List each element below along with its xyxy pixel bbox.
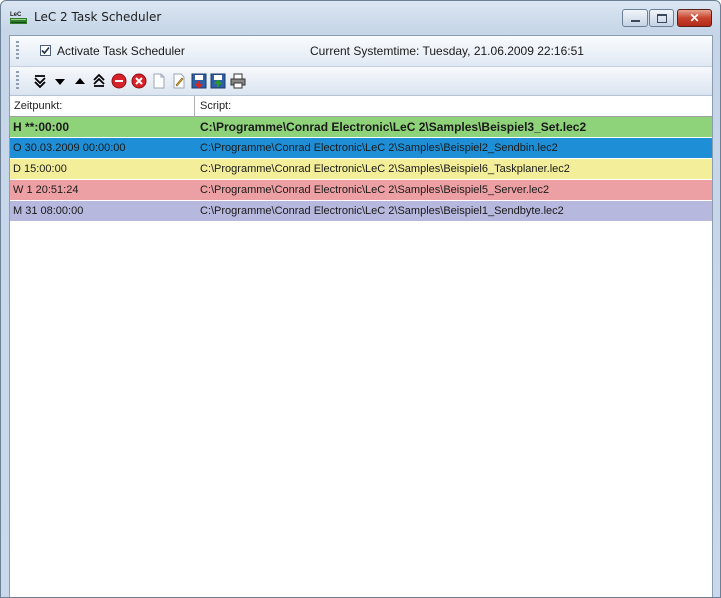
activation-toolbar: Activate Task Scheduler Current Systemti…: [10, 36, 712, 67]
activate-checkbox[interactable]: [40, 45, 51, 56]
row-time: O 30.03.2009 00:00:00: [13, 142, 126, 154]
app-window: LeC LeC 2 Task Scheduler ✕ Activate Task…: [0, 0, 721, 598]
new-icon[interactable]: [151, 73, 167, 89]
row-time: D 15:00:00: [13, 163, 67, 175]
maximize-button[interactable]: [649, 9, 674, 27]
client-area: Activate Task Scheduler Current Systemti…: [9, 35, 713, 597]
row-time: W 1 20:51:24: [13, 184, 79, 196]
table-header: Zeitpunkt: Script:: [10, 96, 712, 117]
row-script: C:\Programme\Conrad Electronic\LeC 2\Sam…: [200, 184, 550, 196]
stop-icon[interactable]: [111, 73, 127, 89]
table-row[interactable]: W 1 20:51:24 C:\Programme\Conrad Electro…: [10, 180, 712, 201]
save-icon[interactable]: [210, 73, 226, 89]
print-icon[interactable]: [230, 73, 246, 89]
minimize-button[interactable]: [622, 9, 648, 27]
move-down-icon[interactable]: [52, 73, 68, 89]
row-script: C:\Programme\Conrad Electronic\LeC 2\Sam…: [200, 142, 558, 154]
title-bar[interactable]: LeC LeC 2 Task Scheduler ✕: [1, 1, 720, 35]
lec-app-icon: LeC: [10, 12, 27, 24]
table-row[interactable]: H **:00:00 C:\Programme\Conrad Electroni…: [10, 117, 712, 138]
close-icon: ✕: [689, 11, 700, 25]
activate-label: Activate Task Scheduler: [57, 44, 185, 58]
toolbar-grip[interactable]: [16, 41, 19, 61]
column-header-zeitpunkt[interactable]: Zeitpunkt:: [10, 96, 195, 116]
delete-icon[interactable]: [131, 73, 147, 89]
row-time: H **:00:00: [13, 120, 70, 134]
row-script: C:\Programme\Conrad Electronic\LeC 2\Sam…: [200, 205, 564, 217]
action-toolbar: [10, 67, 712, 96]
edit-icon[interactable]: [171, 73, 187, 89]
toolbar-grip-2[interactable]: [16, 71, 19, 91]
table-row[interactable]: D 15:00:00 C:\Programme\Conrad Electroni…: [10, 159, 712, 180]
window-title: LeC 2 Task Scheduler: [34, 10, 162, 24]
row-time: M 31 08:00:00: [13, 205, 84, 217]
checkmark-icon: [41, 46, 50, 55]
close-button[interactable]: ✕: [677, 9, 712, 27]
column-header-script[interactable]: Script:: [196, 96, 712, 116]
system-time-label: Current Systemtime: Tuesday, 21.06.2009 …: [310, 44, 584, 58]
svg-text:LeC: LeC: [10, 12, 22, 18]
table-row[interactable]: M 31 08:00:00 C:\Programme\Conrad Electr…: [10, 201, 712, 222]
row-script: C:\Programme\Conrad Electronic\LeC 2\Sam…: [200, 120, 587, 134]
row-script: C:\Programme\Conrad Electronic\LeC 2\Sam…: [200, 163, 570, 175]
table-row[interactable]: O 30.03.2009 00:00:00 C:\Programme\Conra…: [10, 138, 712, 159]
open-icon[interactable]: [191, 73, 207, 89]
move-top-icon[interactable]: [91, 73, 107, 89]
move-bottom-icon[interactable]: [32, 73, 48, 89]
move-up-icon[interactable]: [72, 73, 88, 89]
